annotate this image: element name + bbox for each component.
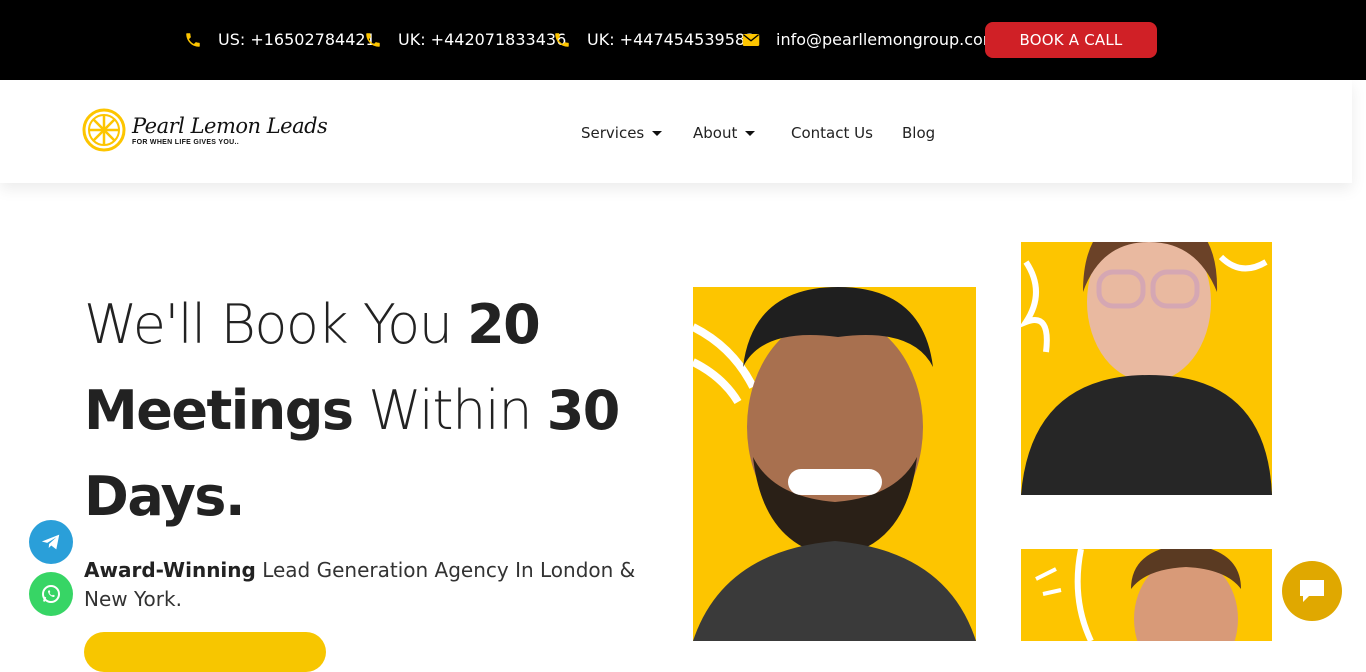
phone-us-link[interactable]: US: +16502784421 <box>184 30 376 49</box>
hero-title-within: Within <box>368 379 532 442</box>
hero-title-number-20: 20 <box>467 293 541 356</box>
phone-icon <box>366 32 380 47</box>
telegram-button[interactable] <box>29 520 73 564</box>
nav-about-label: About <box>693 124 738 142</box>
nav-blog-label: Blog <box>902 124 936 142</box>
phone-icon <box>186 32 200 47</box>
team-photo-card-2 <box>1021 242 1272 495</box>
logo-name: Pearl Lemon Leads <box>132 114 328 138</box>
whatsapp-button[interactable] <box>29 572 73 616</box>
email-text: info@pearllemongroup.com <box>776 30 999 49</box>
team-photo-card-3 <box>1021 549 1272 641</box>
phone-uk-2-link[interactable]: UK: +447454539583 <box>553 30 755 49</box>
phone-uk-2-text: UK: +447454539583 <box>587 30 756 49</box>
logo[interactable]: Pearl Lemon Leads FOR WHEN LIFE GIVES YO… <box>82 108 328 152</box>
team-member-photo <box>1035 549 1241 641</box>
nav-services[interactable]: Services <box>581 124 663 142</box>
caret-down-icon <box>652 130 663 136</box>
hero-title-part: We'll Book You <box>84 293 453 356</box>
hero-title-meetings: Meetings <box>84 379 354 442</box>
lemon-logo-icon <box>82 108 126 152</box>
site-header: Pearl Lemon Leads FOR WHEN LIFE GIVES YO… <box>0 80 1352 183</box>
hero-cta-button[interactable] <box>84 632 326 672</box>
hero-title: We'll Book You 20 Meetings Within 30 Day… <box>84 282 644 540</box>
phone-us-text: US: +16502784421 <box>218 30 376 49</box>
nav-blog[interactable]: Blog <box>902 124 935 142</box>
phone-uk-1-text: UK: +442071833436 <box>398 30 567 49</box>
team-member-photo <box>693 287 976 641</box>
hero-subtitle: Award-Winning Lead Generation Agency In … <box>84 556 654 614</box>
live-chat-button[interactable] <box>1282 561 1342 621</box>
book-a-call-button[interactable]: BOOK A CALL <box>985 22 1157 58</box>
phone-icon <box>555 32 569 47</box>
hero-title-number-30: 30 <box>546 379 621 442</box>
nav-services-label: Services <box>581 124 645 142</box>
nav-about[interactable]: About <box>693 124 756 142</box>
top-contact-bar: US: +16502784421 UK: +442071833436 UK: +… <box>0 0 1366 80</box>
hero-subtitle-bold: Award-Winning <box>84 558 256 582</box>
logo-tagline: FOR WHEN LIFE GIVES YOU.. <box>132 139 239 146</box>
telegram-icon <box>41 534 60 550</box>
envelope-icon <box>742 33 760 46</box>
hero-title-days: Days. <box>84 465 245 528</box>
email-link[interactable]: info@pearllemongroup.com <box>742 30 998 49</box>
team-photo-card-1 <box>693 287 976 641</box>
phone-uk-1-link[interactable]: UK: +442071833436 <box>364 30 566 49</box>
nav-contact-us[interactable]: Contact Us <box>791 124 873 142</box>
chat-bubble-icon <box>1300 580 1324 602</box>
team-member-photo <box>1021 242 1272 495</box>
whatsapp-icon <box>42 585 60 603</box>
nav-contact-label: Contact Us <box>791 124 873 142</box>
caret-down-icon <box>745 130 756 136</box>
